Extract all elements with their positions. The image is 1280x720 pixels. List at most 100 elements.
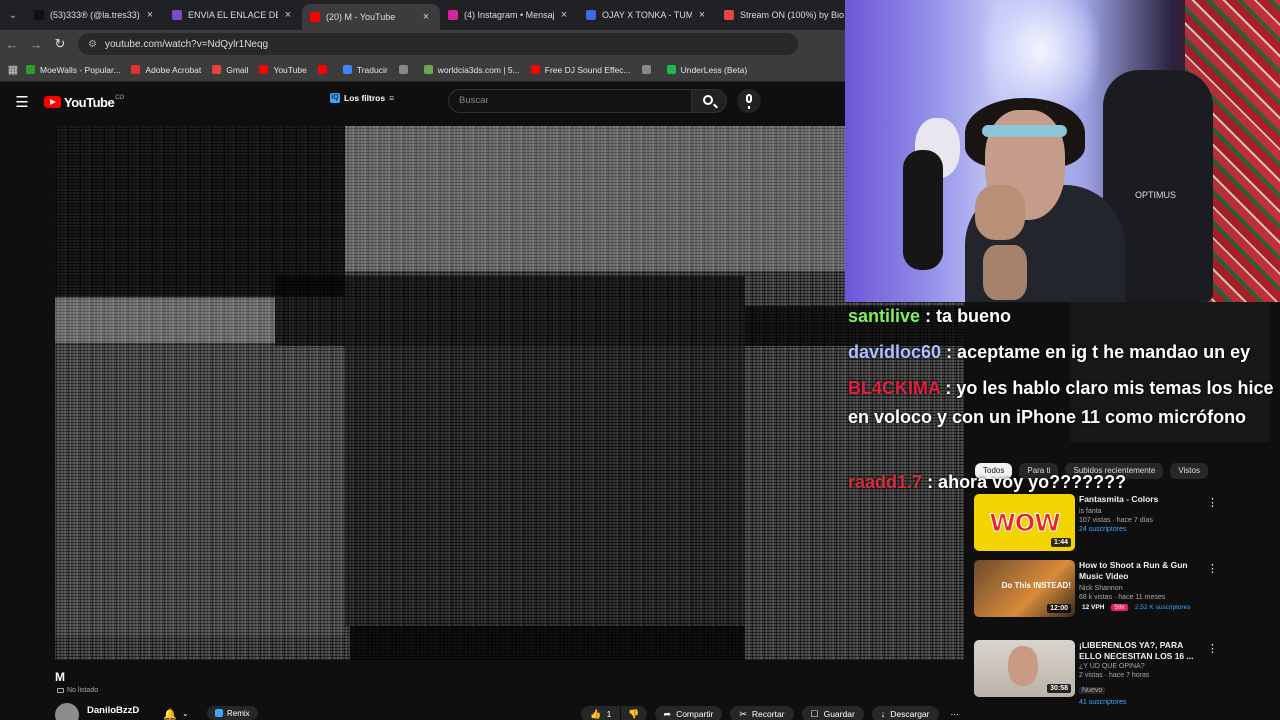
- url-text: youtube.com/watch?v=NdQylr1Neqg: [104, 38, 269, 50]
- like-count: 1: [606, 709, 612, 719]
- tab-title: (20) M - YouTube: [326, 12, 396, 22]
- video-thumbnail[interactable]: 30:58: [974, 640, 1075, 697]
- recommendation-item[interactable]: WOW 1:44 Fantasmita - Colors is fanta 10…: [974, 494, 1274, 554]
- chevron-down-icon[interactable]: ⌄: [182, 709, 189, 718]
- recommendation-item[interactable]: Do This INSTEAD! 12:00 How to Shoot a Ru…: [974, 560, 1274, 620]
- clip-label: Recortar: [751, 709, 785, 719]
- recommendation-channel[interactable]: Nick Shannon: [1079, 585, 1204, 592]
- chat-username: santilive: [848, 306, 921, 326]
- static-band: [55, 298, 275, 343]
- recommendation-title[interactable]: How to Shoot a Run & Gun Music Video: [1079, 560, 1204, 582]
- tab-search-chevron-icon[interactable]: ⌄: [0, 0, 26, 30]
- bookmark-favicon-icon: [131, 65, 141, 74]
- bookmark-item[interactable]: Free DJ Sound Effec...: [530, 65, 631, 75]
- share-button[interactable]: ➦ Compartir: [654, 706, 723, 720]
- filters-button[interactable]: iQ Los filtros ≡: [330, 93, 394, 103]
- dislike-button[interactable]: 👎: [621, 706, 647, 720]
- recommendation-title[interactable]: ¡LIBERENLOS YA?, PARA ELLO NECESITAN LOS…: [1079, 640, 1204, 662]
- bookmark-favicon-icon: [259, 65, 269, 74]
- download-button[interactable]: ↓ Descargar: [871, 706, 939, 720]
- tab-title: ENVIA EL ENLACE DE TU: [188, 10, 278, 20]
- chat-username: BL4CKIMA: [848, 378, 941, 398]
- chat-message: santilive : ta bueno: [848, 302, 1011, 331]
- video-thumbnail[interactable]: Do This INSTEAD! 12:00: [974, 560, 1075, 617]
- chat-text: : aceptame en ig t he mandao un ey: [946, 342, 1251, 362]
- channel-name[interactable]: DaniloBzzD: [87, 705, 139, 716]
- static-band: [55, 126, 345, 296]
- browser-tab[interactable]: (20) M - YouTube ×: [302, 4, 440, 30]
- search-input[interactable]: Buscar: [448, 89, 692, 113]
- scissors-icon: ✂: [739, 708, 747, 719]
- remix-button[interactable]: Remix: [207, 706, 258, 720]
- site-info-icon[interactable]: ⚙: [88, 39, 97, 50]
- bookmark-label: Traducir: [356, 64, 388, 75]
- recommendation-meta: 68 k vistas · hace 11 meses: [1079, 594, 1166, 601]
- duration-badge: 1:44: [1050, 538, 1071, 547]
- recommendation-channel[interactable]: ¿Y UD QUE OPINA?: [1079, 663, 1204, 670]
- bookmark-item[interactable]: Gmail: [212, 65, 248, 75]
- chat-overlay: santilive : ta bueno davidloc60 : acepta…: [845, 302, 1280, 502]
- tab-close-icon[interactable]: ×: [420, 11, 432, 23]
- video-player[interactable]: [55, 126, 964, 660]
- tab-favicon-icon: [448, 10, 458, 20]
- reload-icon[interactable]: ↻: [48, 36, 72, 52]
- browser-tab[interactable]: (53)333® (@la.tres33) | Ti ×: [26, 0, 164, 30]
- forward-arrow-icon[interactable]: →: [24, 37, 48, 52]
- bookmark-favicon-icon: [530, 65, 540, 74]
- bookmark-item[interactable]: [641, 65, 656, 74]
- bookmark-item[interactable]: MoeWalls - Popular...: [26, 65, 120, 75]
- chat-message: raadd1.7 : ahora voy yo???????: [848, 468, 1126, 497]
- static-band: [275, 276, 745, 346]
- browser-tab[interactable]: OJAY X TONKA - TUMBAO ×: [578, 0, 716, 30]
- more-vertical-icon[interactable]: ⋮: [1207, 642, 1218, 655]
- thumbnail-face: [1008, 646, 1038, 686]
- youtube-logo[interactable]: YouTube CO: [44, 95, 124, 110]
- browser-tab[interactable]: (4) Instagram • Mensajes ×: [440, 0, 578, 30]
- filter-extension-icon: iQ: [330, 93, 340, 103]
- bell-icon[interactable]: 🔔: [163, 708, 177, 720]
- url-field[interactable]: ⚙ youtube.com/watch?v=NdQylr1Neqg: [78, 33, 798, 55]
- save-button[interactable]: ☐ Guardar: [801, 706, 864, 720]
- bookmark-item[interactable]: worldcia3ds.com | 5...: [423, 65, 520, 75]
- voice-search-button[interactable]: [737, 89, 761, 113]
- subscriber-count: 24 suscriptores: [1079, 526, 1127, 533]
- tab-close-icon[interactable]: ×: [282, 9, 294, 21]
- clip-button[interactable]: ✂ Recortar: [730, 706, 794, 720]
- channel-avatar[interactable]: [55, 703, 79, 720]
- static-band: [345, 126, 855, 271]
- chair-brand: OPTIMUS: [1135, 190, 1177, 200]
- more-actions-button[interactable]: ⋯: [947, 706, 964, 720]
- tab-close-icon[interactable]: ×: [558, 9, 570, 21]
- back-arrow-icon[interactable]: ←: [0, 37, 24, 52]
- tab-close-icon[interactable]: ×: [696, 9, 708, 21]
- menu-hamburger-icon[interactable]: ☰: [0, 93, 44, 111]
- recommendation-item[interactable]: 30:58 ¡LIBERENLOS YA?, PARA ELLO NECESIT…: [974, 640, 1274, 706]
- chat-message: BL4CKIMA : yo les hablo claro mis temas …: [848, 374, 1278, 432]
- bookmark-favicon-icon: [317, 65, 327, 74]
- recommendation-channel[interactable]: is fanta: [1079, 508, 1204, 515]
- remix-label: Remix: [227, 708, 250, 718]
- recommendation-meta: 107 vistas · hace 7 días: [1079, 517, 1153, 524]
- visibility-badge: No listado: [57, 687, 98, 694]
- bookmark-item[interactable]: UnderLess (Beta): [666, 65, 747, 75]
- apps-grid-icon[interactable]: ▦: [0, 63, 26, 76]
- bookmark-item[interactable]: Adobe Acrobat: [131, 65, 201, 75]
- bookmark-item[interactable]: [398, 65, 413, 74]
- chat-message: davidloc60 : aceptame en ig t he mandao …: [848, 338, 1250, 367]
- bookmark-label: Gmail: [226, 64, 249, 75]
- bookmark-item[interactable]: Traducir: [342, 64, 388, 75]
- bookmark-item[interactable]: [317, 65, 332, 74]
- more-vertical-icon[interactable]: ⋮: [1207, 562, 1218, 575]
- browser-tab[interactable]: ENVIA EL ENLACE DE TU ×: [164, 0, 302, 30]
- tab-title: OJAY X TONKA - TUMBAO: [602, 10, 692, 20]
- new-badge: Nuevo: [1079, 687, 1106, 694]
- thumbnail-text: Do This INSTEAD!: [1001, 581, 1071, 590]
- tab-close-icon[interactable]: ×: [144, 9, 156, 21]
- bookmark-item[interactable]: YouTube: [259, 65, 307, 75]
- bookmark-favicon-icon: [398, 65, 408, 74]
- search-button[interactable]: [691, 89, 727, 113]
- save-label: Guardar: [823, 709, 855, 719]
- browser-tab[interactable]: Stream ON (100%) by Bio: [716, 0, 854, 30]
- video-thumbnail[interactable]: WOW 1:44: [974, 494, 1075, 551]
- like-button[interactable]: 👍 1: [581, 706, 621, 720]
